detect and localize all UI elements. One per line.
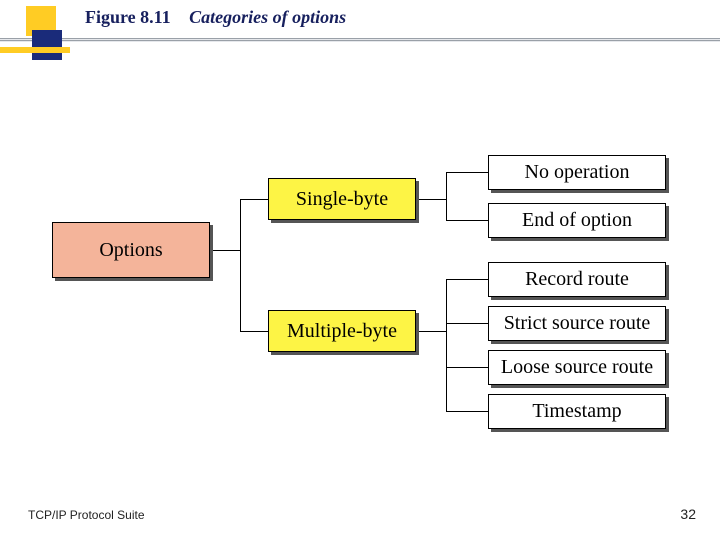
page-number: 32 bbox=[680, 506, 696, 522]
connector bbox=[446, 279, 488, 280]
connector bbox=[446, 367, 488, 368]
header-square-navy bbox=[32, 30, 62, 60]
connector bbox=[446, 172, 447, 221]
figure-number: Figure 8.11 bbox=[85, 7, 171, 27]
header-rule bbox=[0, 40, 720, 42]
leaf-timestamp: Timestamp bbox=[488, 394, 666, 429]
leaf-strict-source-route: Strict source route bbox=[488, 306, 666, 341]
node-label: Loose source route bbox=[501, 356, 653, 379]
node-single-byte: Single-byte bbox=[268, 178, 416, 220]
node-label: Record route bbox=[525, 268, 629, 291]
leaf-record-route: Record route bbox=[488, 262, 666, 297]
connector bbox=[419, 331, 446, 332]
leaf-no-operation: No operation bbox=[488, 155, 666, 190]
connector bbox=[213, 250, 240, 251]
connector bbox=[446, 172, 488, 173]
connector bbox=[446, 411, 488, 412]
node-label: Single-byte bbox=[296, 188, 388, 211]
leaf-end-of-option: End of option bbox=[488, 203, 666, 238]
connector bbox=[240, 199, 268, 200]
connector bbox=[419, 199, 446, 200]
leaf-loose-source-route: Loose source route bbox=[488, 350, 666, 385]
connector bbox=[240, 199, 241, 331]
node-multiple-byte: Multiple-byte bbox=[268, 310, 416, 352]
node-label: Strict source route bbox=[504, 312, 651, 335]
figure-caption: Categories of options bbox=[189, 7, 346, 27]
slide-title: Figure 8.11 Categories of options bbox=[85, 6, 346, 28]
connector bbox=[446, 279, 447, 412]
connector bbox=[446, 323, 488, 324]
slide-root: Figure 8.11 Categories of options Option… bbox=[0, 0, 720, 540]
node-label: Options bbox=[99, 239, 162, 262]
node-label: End of option bbox=[522, 209, 632, 232]
node-label: No operation bbox=[525, 161, 630, 184]
footer-source: TCP/IP Protocol Suite bbox=[28, 508, 145, 522]
node-options: Options bbox=[52, 222, 210, 278]
header-accent-bar bbox=[0, 47, 70, 53]
node-label: Multiple-byte bbox=[287, 320, 397, 343]
connector bbox=[446, 220, 488, 221]
node-label: Timestamp bbox=[532, 400, 621, 423]
connector bbox=[240, 331, 268, 332]
